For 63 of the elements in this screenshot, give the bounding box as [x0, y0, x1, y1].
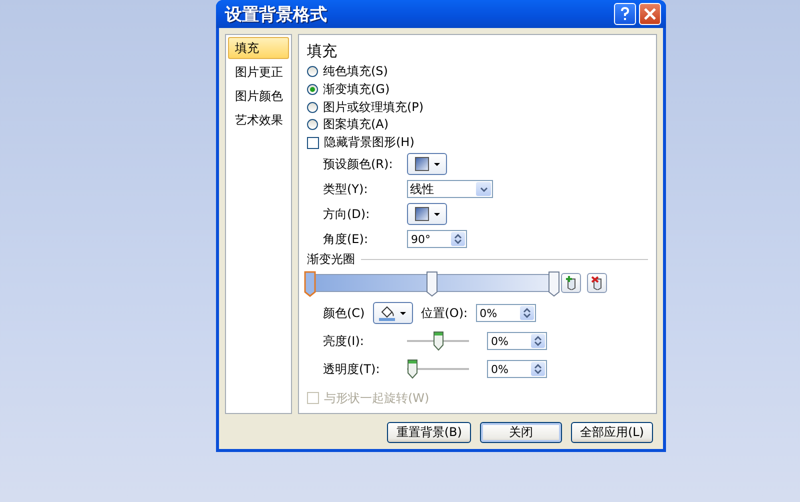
question-mark-icon [620, 7, 630, 21]
spin-arrows-icon [454, 234, 462, 244]
spin-arrows-icon [522, 308, 531, 318]
spin-field[interactable]: 0% [487, 332, 547, 350]
slider-thumb[interactable] [407, 359, 418, 380]
remove-stop-icon [591, 276, 603, 290]
radio-button[interactable] [307, 66, 318, 78]
sidebar-item[interactable]: 图片更正 [228, 61, 289, 83]
gradient-stop-handle[interactable] [304, 271, 316, 298]
close-button[interactable] [639, 3, 661, 25]
slider-thumb[interactable] [432, 331, 444, 352]
caret-icon [400, 312, 406, 315]
field-label: 颜色(C) [323, 304, 365, 322]
checkbox-label: 隐藏背景图形(H) [324, 134, 414, 152]
add-stop-icon [565, 276, 577, 290]
spin-field[interactable]: 0% [476, 304, 536, 322]
chevron-down-icon [480, 186, 488, 192]
sidebar-item[interactable]: 艺术效果 [228, 109, 289, 131]
slider[interactable] [407, 331, 469, 352]
field-label: 亮度(I): [323, 332, 365, 350]
preset-color-dropdown[interactable] [407, 153, 447, 176]
gradient-stop-handle[interactable] [426, 271, 438, 298]
field-label: 角度(E): [323, 230, 369, 248]
slider[interactable] [407, 359, 469, 380]
radio-label: 纯色填充(S) [323, 63, 388, 80]
field-label: 预设颜色(R): [323, 156, 394, 173]
gradient-swatch-icon [414, 207, 428, 222]
paint-bucket-icon [379, 306, 396, 321]
field-label: 类型(Y): [323, 180, 369, 198]
dialog-button[interactable]: 全部应用(L) [570, 422, 653, 443]
color-dropdown[interactable] [372, 302, 413, 324]
direction-dropdown[interactable] [407, 203, 447, 226]
spin-arrows-icon [534, 364, 542, 374]
caret-icon [434, 162, 440, 166]
radio-button[interactable] [307, 84, 318, 95]
spin-arrows-icon [534, 336, 542, 346]
section-heading: 填充 [307, 41, 337, 62]
dialog-button[interactable]: 关闭 [480, 422, 562, 443]
gradient-stop-handle[interactable] [548, 271, 560, 298]
add-stop-button[interactable] [561, 273, 581, 294]
sidebar-item[interactable]: 填充 [228, 37, 289, 59]
dialog-button[interactable]: 重置背景(B) [387, 422, 471, 443]
radio-button[interactable] [307, 119, 318, 130]
type-dropdown[interactable]: 线性 [407, 180, 493, 198]
window-title: 设置背景格式 [225, 4, 327, 26]
close-icon [644, 8, 656, 20]
spin-field[interactable]: 90° [407, 230, 467, 248]
remove-stop-button[interactable] [587, 273, 607, 294]
radio-button[interactable] [307, 102, 318, 113]
radio-label: 图案填充(A) [323, 116, 389, 134]
radio-label: 渐变填充(G) [323, 80, 390, 98]
checkbox-label: 与形状一起旋转(W) [324, 390, 430, 407]
help-button[interactable] [614, 3, 636, 25]
caret-icon [434, 212, 440, 216]
gradient-swatch-icon [414, 157, 428, 172]
field-label: 方向(D): [323, 206, 371, 223]
sidebar-item[interactable]: 图片颜色 [228, 85, 289, 107]
checkbox[interactable] [307, 136, 319, 149]
field-label: 透明度(T): [323, 360, 381, 378]
field-label: 位置(O): [420, 304, 468, 322]
group-label: 渐变光圈 [307, 251, 355, 268]
radio-label: 图片或纹理填充(P) [323, 98, 424, 116]
spin-field[interactable]: 0% [487, 360, 547, 378]
